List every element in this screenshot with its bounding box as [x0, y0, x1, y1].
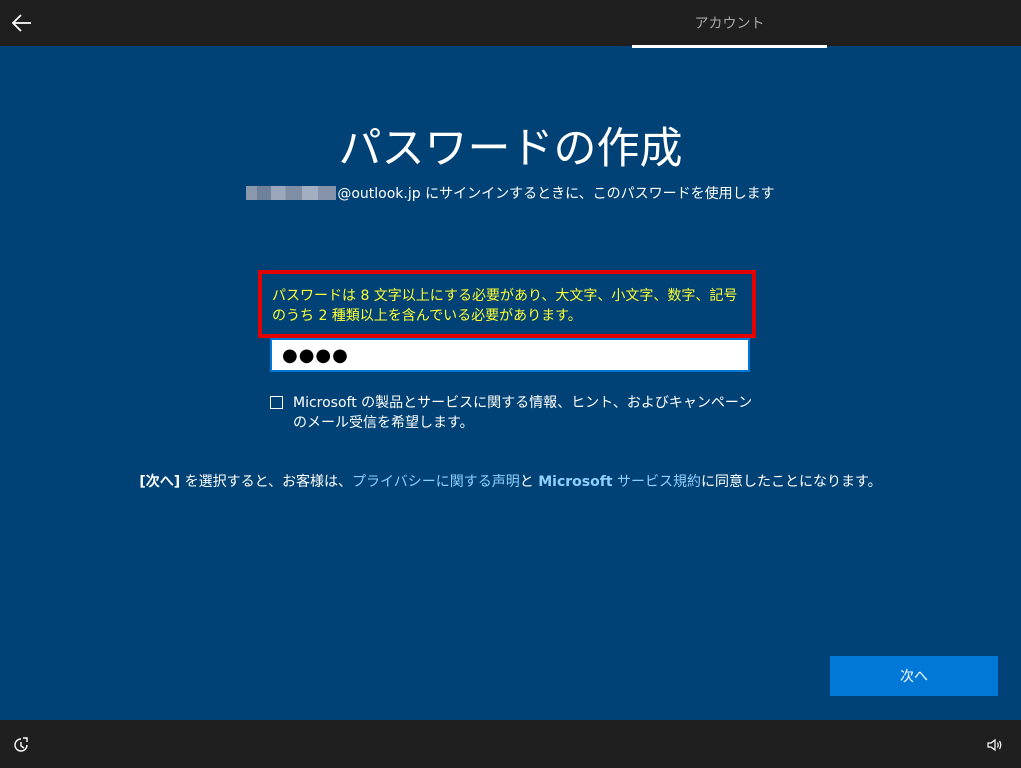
error-message-box: パスワードは 8 文字以上にする必要があり、大文字、小文字、数字、記号のうち 2… [258, 270, 756, 338]
next-button[interactable]: 次へ [830, 656, 998, 696]
ease-of-access-button[interactable] [12, 735, 32, 755]
subtitle-text: にサインインするときに、このパスワードを使用します [420, 186, 775, 202]
back-arrow-icon [11, 14, 31, 32]
tab-account: アカウント [694, 16, 765, 32]
email-domain: @outlook.jp [337, 186, 421, 202]
back-button[interactable] [8, 9, 36, 37]
marketing-checkbox-label[interactable]: Microsoft の製品とサービスに関する情報、ヒント、およびキャンペーンのメ… [293, 393, 763, 433]
password-field[interactable] [270, 338, 750, 372]
next-reference: [次へ] [139, 474, 181, 490]
bottom-bar [0, 720, 1021, 768]
legal-text-1: を選択すると、お客様は、 [180, 474, 353, 490]
volume-icon [987, 738, 1002, 752]
page-title: パスワードの作成 [338, 124, 683, 174]
error-message: パスワードは 8 文字以上にする必要があり、大文字、小文字、数字、記号のうち 2… [272, 288, 738, 324]
top-bar: アカウント [0, 0, 1021, 48]
redacted-email [246, 186, 337, 200]
marketing-checkbox[interactable] [270, 396, 283, 409]
volume-button[interactable] [985, 735, 1005, 755]
terms-link-text: サービス規約 [612, 474, 701, 490]
terms-brand: Microsoft [538, 474, 613, 490]
legal-notice: [次へ] を選択すると、お客様は、プライバシーに関する声明と Microsoft… [0, 472, 1021, 492]
subtitle: @outlook.jp にサインインするときに、このパスワードを使用します [0, 184, 1021, 204]
services-agreement-link[interactable]: Microsoft サービス規約 [538, 474, 701, 490]
legal-text-3: に同意したことになります。 [701, 474, 882, 490]
tab-underline [632, 45, 827, 48]
legal-text-2: と [519, 474, 539, 490]
privacy-statement-link[interactable]: プライバシーに関する声明 [352, 474, 520, 490]
ease-of-access-icon [14, 737, 28, 752]
